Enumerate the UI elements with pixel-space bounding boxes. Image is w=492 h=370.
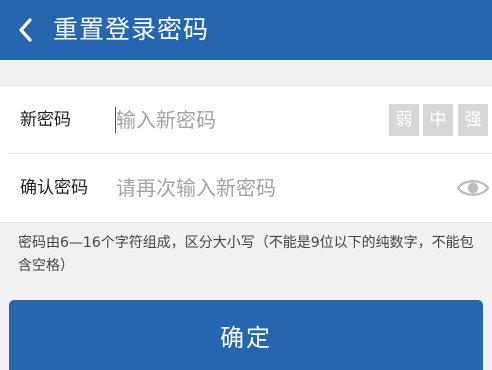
page-title: 重置登录密码 bbox=[53, 15, 210, 44]
strength-strong-indicator: 强 bbox=[458, 104, 488, 136]
chevron-left-icon bbox=[16, 16, 36, 44]
confirm-button[interactable]: 确定 bbox=[9, 300, 483, 370]
new-password-input[interactable] bbox=[116, 102, 356, 138]
password-hint: 密码由6—16个字符组成，区分大小写（不能是9位以下的纯数字，不能包含空格） bbox=[18, 235, 474, 274]
confirm-password-input[interactable] bbox=[116, 170, 436, 206]
new-password-row: 新密码 弱 中 强 bbox=[0, 86, 492, 154]
confirm-password-label: 确认密码 bbox=[20, 178, 88, 198]
app-header: 重置登录密码 bbox=[0, 0, 492, 60]
strength-weak-indicator: 弱 bbox=[389, 104, 419, 136]
new-password-label: 新密码 bbox=[20, 110, 71, 130]
password-form: 新密码 弱 中 强 确认密码 bbox=[0, 85, 492, 223]
strength-medium-indicator: 中 bbox=[423, 104, 453, 136]
back-button[interactable] bbox=[8, 10, 44, 50]
text-cursor bbox=[115, 107, 116, 133]
eye-icon bbox=[455, 174, 491, 202]
toggle-visibility-button[interactable] bbox=[455, 174, 491, 202]
confirm-password-row: 确认密码 bbox=[0, 154, 492, 222]
